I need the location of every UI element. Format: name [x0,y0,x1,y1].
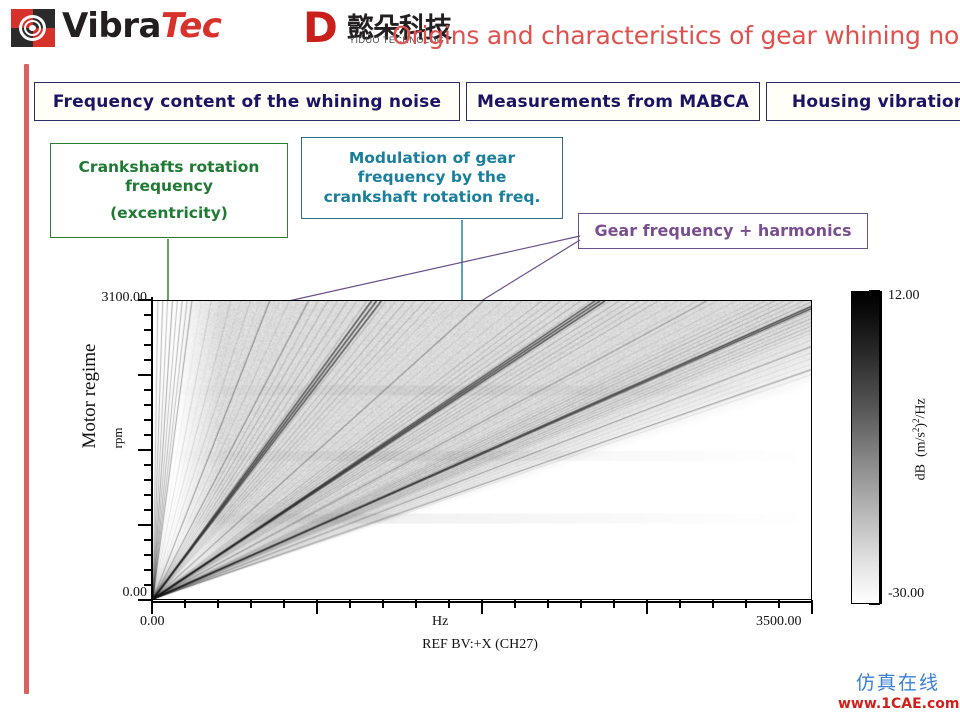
colorbar-unit-label: dB (m/s2)2/Hz [911,374,930,504]
callout-modulation-line3: crankshaft rotation freq. [324,188,541,207]
colorbar-min-label: -30.00 [888,586,924,602]
colorbar-unit-expr: (m/s2)2/Hz [913,398,928,460]
callout-modulation-line1: Modulation of gear [349,149,515,168]
callout-crankshaft-line3: (excentricity) [110,204,228,223]
callout-gear-harmonics: Gear frequency + harmonics [578,213,868,249]
callout-crankshaft-line2: frequency [125,177,213,196]
slide-root: VibraTec D 懿朵科技 YIDUO TECHNOLOGY Origins… [0,0,960,720]
left-accent-rule [24,64,29,694]
y-axis-title: Motor regime [79,296,101,496]
watermark-cn: 仿真在线 [838,668,958,695]
callout-modulation-line2: frequency by the [358,168,507,187]
x-axis-reference-label: REF BV:+X (CH27) [240,637,720,653]
page-title: Origins and characteristics of gear whin… [392,21,960,50]
colorbar-unit-db: dB [913,464,928,480]
x-axis-max-label: 3500.00 [756,614,802,630]
y-axis-unit: rpm [110,408,126,468]
callout-crankshaft-rotation: Crankshafts rotation frequency (excentri… [50,143,288,238]
callout-crankshaft-line1: Crankshafts rotation [79,158,260,177]
callout-gear-line1: Gear frequency + harmonics [594,221,851,241]
tab-frequency-content[interactable]: Frequency content of the whining noise [34,82,460,121]
colorbar-axis-line [880,291,882,604]
colorbar-gradient [851,291,880,604]
colorbar-max-label: 12.00 [888,288,920,304]
spectrogram-plot-area [152,300,812,600]
yiduo-logo-mark: D [303,8,345,48]
watermark-url: www.1CAE.com [838,696,958,712]
vibratec-wordmark-prefix: Vibra [62,6,161,46]
vibratec-wordmark-suffix: Tec [161,6,222,46]
tab-housing-vibration[interactable]: Housing vibration [766,82,960,121]
y-axis-min-label: 0.00 [72,585,147,601]
tab-measurements-mabca[interactable]: Measurements from MABCA [466,82,760,121]
slide-header: VibraTec D 懿朵科技 YIDUO TECHNOLOGY Origins… [0,0,960,58]
spectrogram-canvas [153,301,811,599]
x-axis-unit: Hz [432,614,448,630]
vibratec-logo-icon [11,9,55,47]
x-axis-min-label: 0.00 [140,614,165,630]
vibratec-wordmark: VibraTec [62,6,221,46]
watermark: 仿真在线 www.1CAE.com [838,668,958,712]
callout-modulation: Modulation of gear frequency by the cran… [301,137,563,219]
